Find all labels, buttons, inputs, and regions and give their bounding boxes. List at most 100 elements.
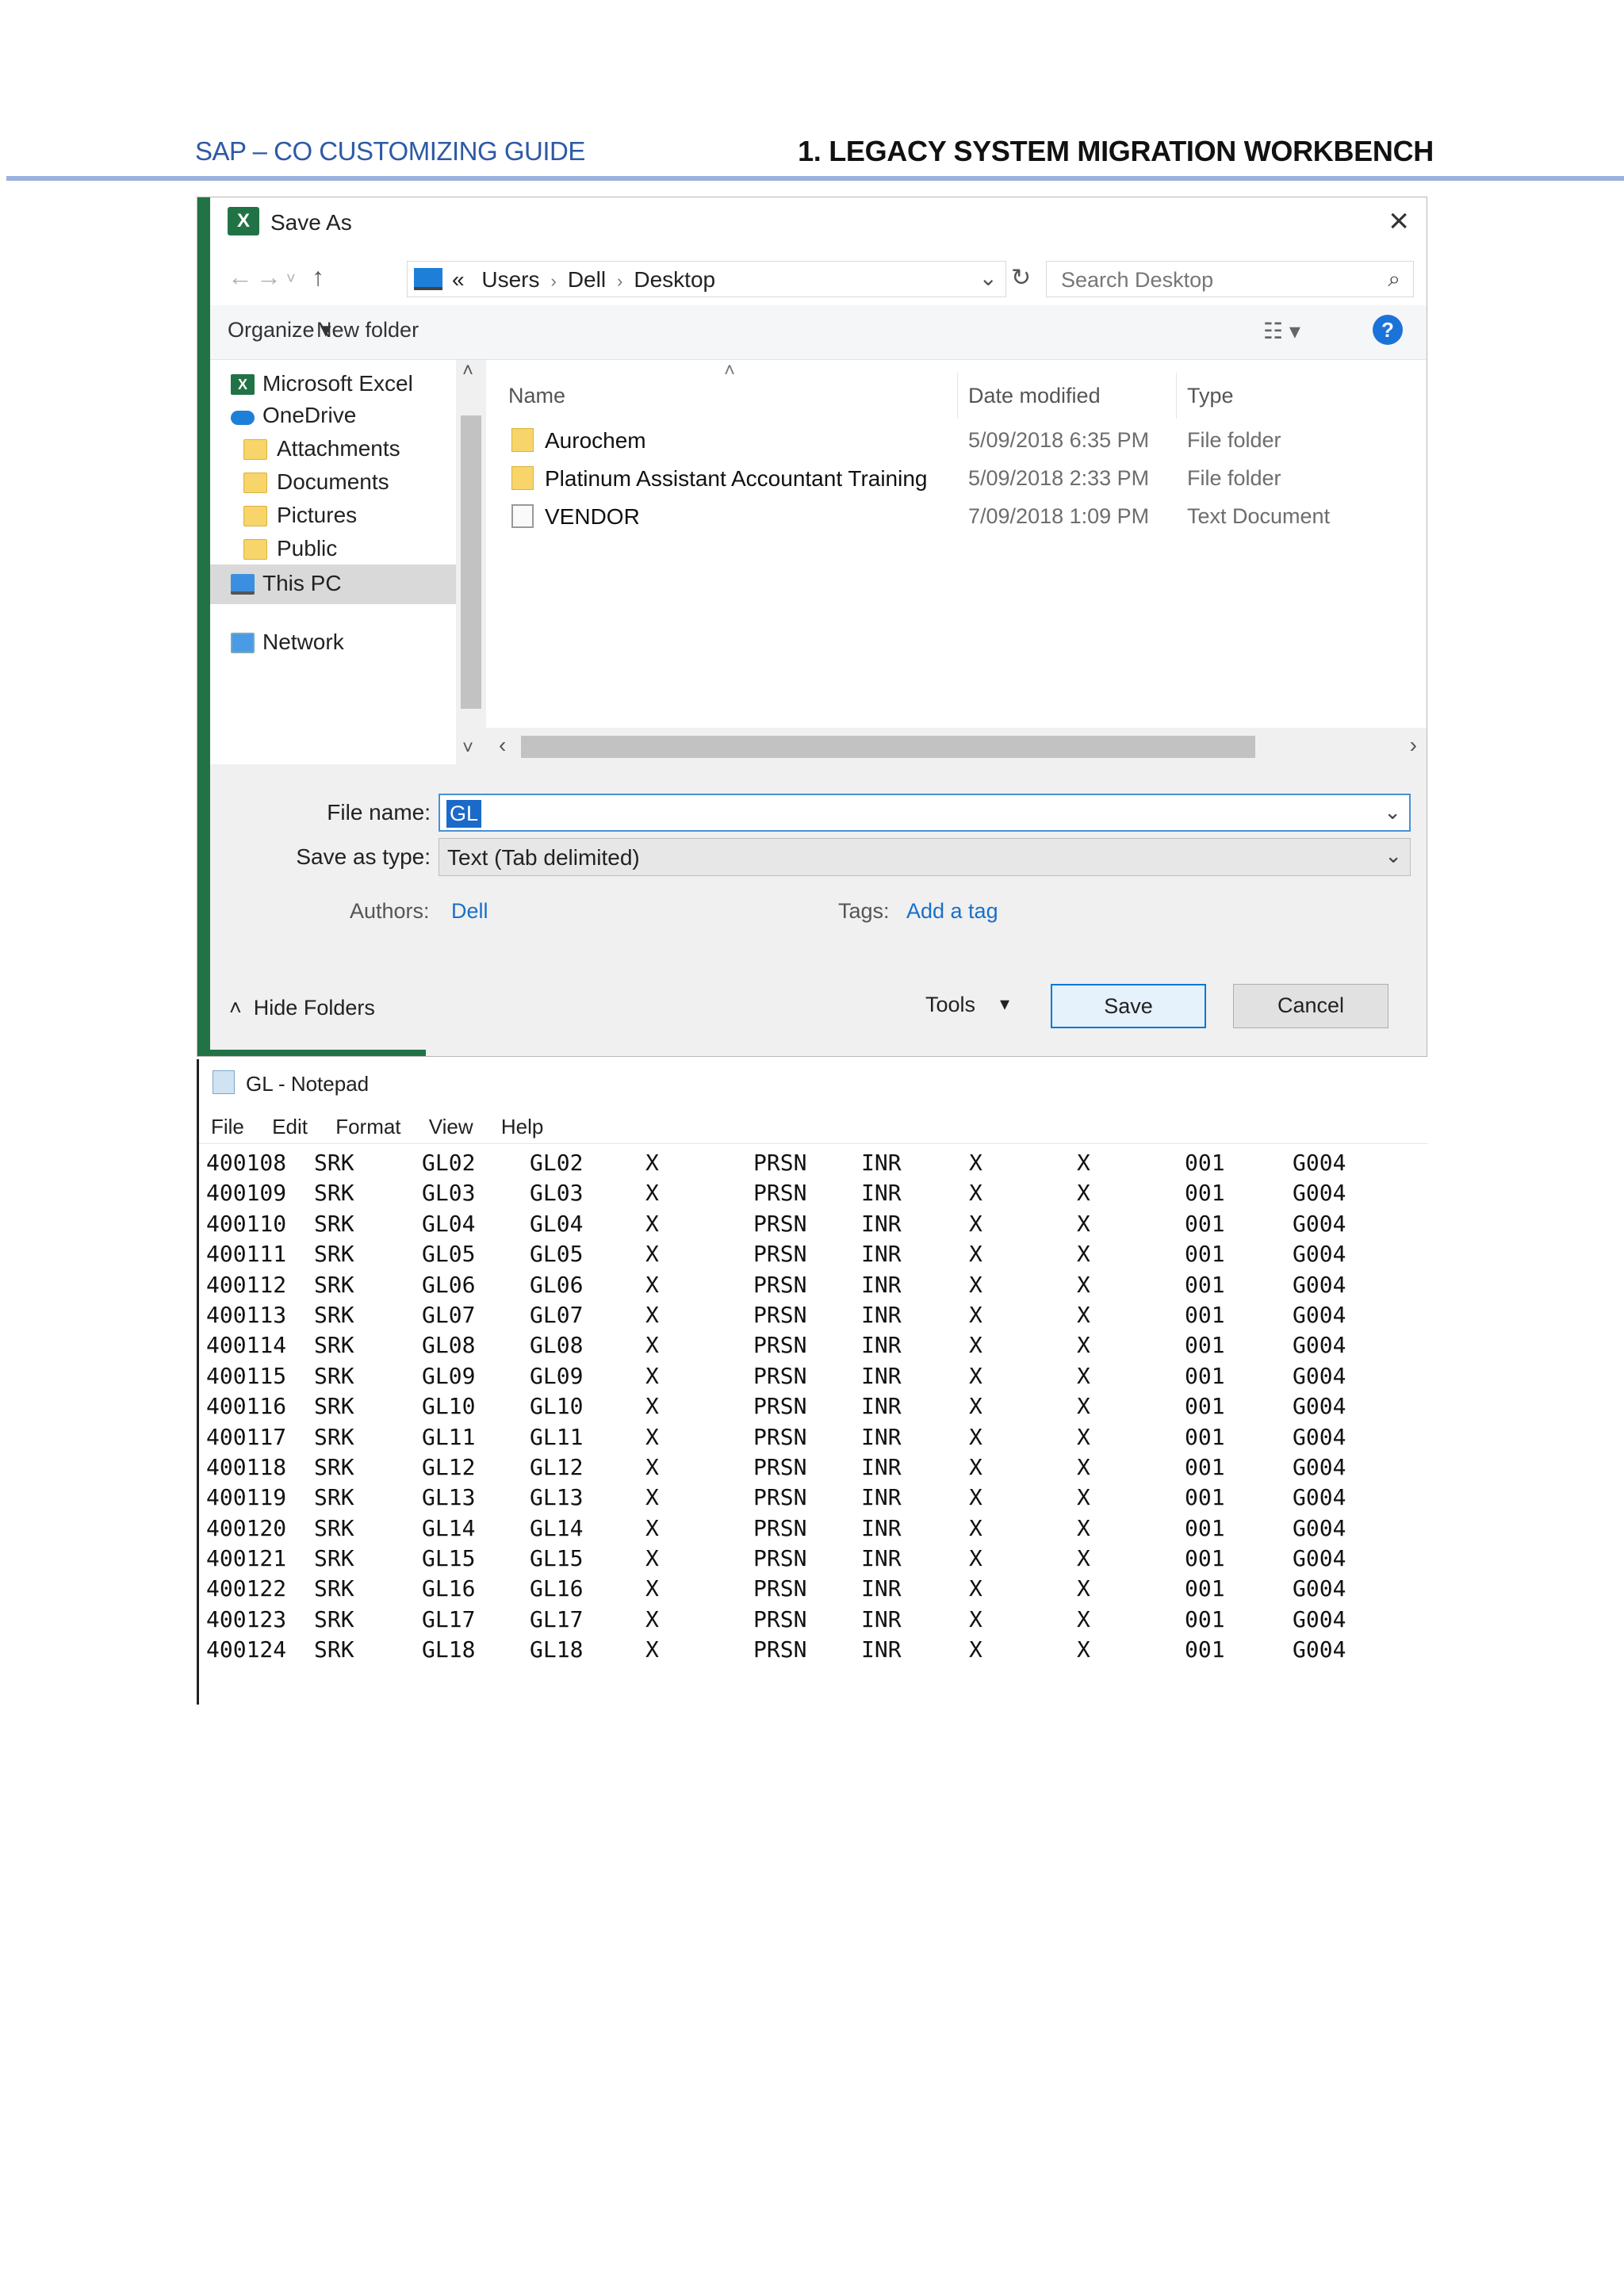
- text-cell: GL04: [422, 1210, 476, 1237]
- text-cell: X: [645, 1301, 659, 1328]
- scroll-thumb[interactable]: [461, 415, 481, 709]
- refresh-icon[interactable]: ↻: [1011, 264, 1031, 292]
- text-cell: PRSN: [753, 1362, 807, 1389]
- scroll-thumb[interactable]: [521, 736, 1255, 758]
- this-pc-icon: [414, 268, 442, 290]
- text-cell: 400123: [206, 1605, 287, 1632]
- tags-label: Tags:: [838, 899, 890, 923]
- text-cell: GL12: [422, 1453, 476, 1480]
- menu-file[interactable]: File: [211, 1115, 244, 1138]
- text-cell: INR: [861, 1332, 902, 1359]
- text-cell: INR: [861, 1180, 902, 1207]
- scroll-up-icon[interactable]: ˄: [462, 360, 473, 382]
- column-header-type[interactable]: Type: [1187, 384, 1234, 408]
- search-box[interactable]: Search Desktop ⌕: [1046, 261, 1414, 297]
- breadcrumb-overflow[interactable]: «: [452, 267, 465, 292]
- recent-dropdown-icon[interactable]: ˅: [286, 270, 296, 289]
- text-cell: SRK: [314, 1180, 354, 1207]
- nav-item-public[interactable]: Public: [210, 530, 456, 569]
- text-cell: 001: [1185, 1605, 1225, 1632]
- file-row-platinum-training[interactable]: Platinum Assistant Accountant Training 5…: [486, 460, 1427, 498]
- nav-item-network[interactable]: Network: [210, 623, 456, 663]
- save-as-type-select[interactable]: Text (Tab delimited) ⌄: [439, 838, 1411, 876]
- text-cell: 001: [1185, 1453, 1225, 1480]
- text-cell: X: [645, 1180, 659, 1207]
- breadcrumb-desktop[interactable]: Desktop: [634, 267, 715, 292]
- menu-edit[interactable]: Edit: [272, 1115, 308, 1138]
- text-cell: 400122: [206, 1575, 287, 1602]
- forward-arrow-icon[interactable]: →: [256, 262, 282, 292]
- file-date: 5/09/2018 6:35 PM: [968, 428, 1150, 452]
- close-icon[interactable]: ×: [1388, 202, 1409, 240]
- text-cell: GL03: [530, 1180, 584, 1207]
- cancel-button[interactable]: Cancel: [1233, 984, 1388, 1028]
- column-divider[interactable]: [1176, 373, 1177, 419]
- text-cell: GL03: [422, 1180, 476, 1207]
- text-cell: X: [969, 1545, 982, 1572]
- nav-item-this-pc[interactable]: This PC: [210, 564, 456, 604]
- authors-label: Authors:: [350, 899, 430, 923]
- address-path-field[interactable]: « Users › Dell › Desktop ⌄: [407, 261, 1006, 297]
- chevron-down-icon[interactable]: ⌄: [1384, 800, 1401, 825]
- up-arrow-icon[interactable]: ↑: [312, 262, 324, 292]
- column-header-name[interactable]: Name: [508, 384, 565, 408]
- scroll-left-icon[interactable]: ‹: [499, 733, 506, 758]
- nav-item-label: Public: [277, 536, 338, 561]
- horizontal-scrollbar[interactable]: ‹ ›: [486, 728, 1427, 764]
- menu-help[interactable]: Help: [501, 1115, 543, 1138]
- text-cell: G004: [1293, 1362, 1346, 1389]
- chevron-down-icon[interactable]: ⌄: [979, 265, 998, 291]
- text-cell: G004: [1293, 1514, 1346, 1541]
- text-cell: 400120: [206, 1514, 287, 1541]
- text-cell: INR: [861, 1514, 902, 1541]
- search-icon[interactable]: ⌕: [1388, 266, 1400, 293]
- text-cell: X: [645, 1393, 659, 1420]
- file-row-aurochem[interactable]: Aurochem 5/09/2018 6:35 PM File folder: [486, 422, 1427, 460]
- new-folder-button[interactable]: New folder: [316, 318, 419, 342]
- text-cell: X: [645, 1636, 659, 1663]
- notepad-window: GL - Notepad File Edit Format View Help …: [197, 1059, 1427, 1705]
- column-header-date-modified[interactable]: Date modified: [968, 384, 1101, 408]
- add-tag-link[interactable]: Add a tag: [906, 899, 998, 924]
- tools-button[interactable]: Tools: [925, 993, 975, 1017]
- file-type: Text Document: [1187, 504, 1331, 528]
- text-cell: GL06: [422, 1271, 476, 1298]
- column-divider[interactable]: [957, 373, 958, 419]
- folder-icon: [243, 473, 267, 493]
- file-name-label: File name:: [327, 800, 431, 825]
- file-type: File folder: [1187, 466, 1281, 490]
- text-cell: GL10: [422, 1393, 476, 1420]
- breadcrumb-users[interactable]: Users: [470, 267, 539, 292]
- scroll-down-icon[interactable]: ˅: [462, 737, 473, 760]
- text-cell: INR: [861, 1393, 902, 1420]
- hide-folders-button[interactable]: ˄ Hide Folders: [229, 996, 375, 1020]
- file-name-selected-text[interactable]: GL: [446, 800, 482, 828]
- authors-value[interactable]: Dell: [451, 899, 488, 924]
- text-cell: X: [1077, 1545, 1090, 1572]
- file-row-vendor[interactable]: VENDOR 7/09/2018 1:09 PM Text Document: [486, 498, 1427, 536]
- chevron-down-icon[interactable]: ⌄: [1385, 844, 1402, 868]
- text-cell: 001: [1185, 1180, 1225, 1207]
- notepad-icon: [213, 1070, 235, 1094]
- file-name-field[interactable]: GL ⌄: [439, 794, 1411, 832]
- text-cell: X: [1077, 1636, 1090, 1663]
- text-cell: X: [645, 1423, 659, 1450]
- save-button[interactable]: Save: [1051, 984, 1206, 1028]
- text-cell: 400121: [206, 1545, 287, 1572]
- file-name: VENDOR: [545, 504, 640, 529]
- back-arrow-icon[interactable]: ←: [228, 262, 253, 292]
- search-input[interactable]: Search Desktop: [1061, 268, 1213, 293]
- menu-format[interactable]: Format: [335, 1115, 400, 1138]
- help-icon[interactable]: ?: [1373, 315, 1403, 345]
- text-cell: SRK: [314, 1271, 354, 1298]
- menu-view[interactable]: View: [429, 1115, 473, 1138]
- breadcrumb-dell[interactable]: Dell: [568, 267, 606, 292]
- scroll-right-icon[interactable]: ›: [1410, 733, 1417, 758]
- onedrive-icon: [231, 411, 255, 425]
- nav-scrollbar[interactable]: ˄ ˅: [456, 360, 486, 764]
- text-cell: X: [1077, 1210, 1090, 1237]
- change-view-icon[interactable]: ☷ ▾: [1263, 318, 1300, 344]
- sort-ascending-icon: ˄: [724, 360, 736, 381]
- text-cell: GL08: [530, 1332, 584, 1359]
- caret-down-icon[interactable]: ▾: [1000, 993, 1009, 1016]
